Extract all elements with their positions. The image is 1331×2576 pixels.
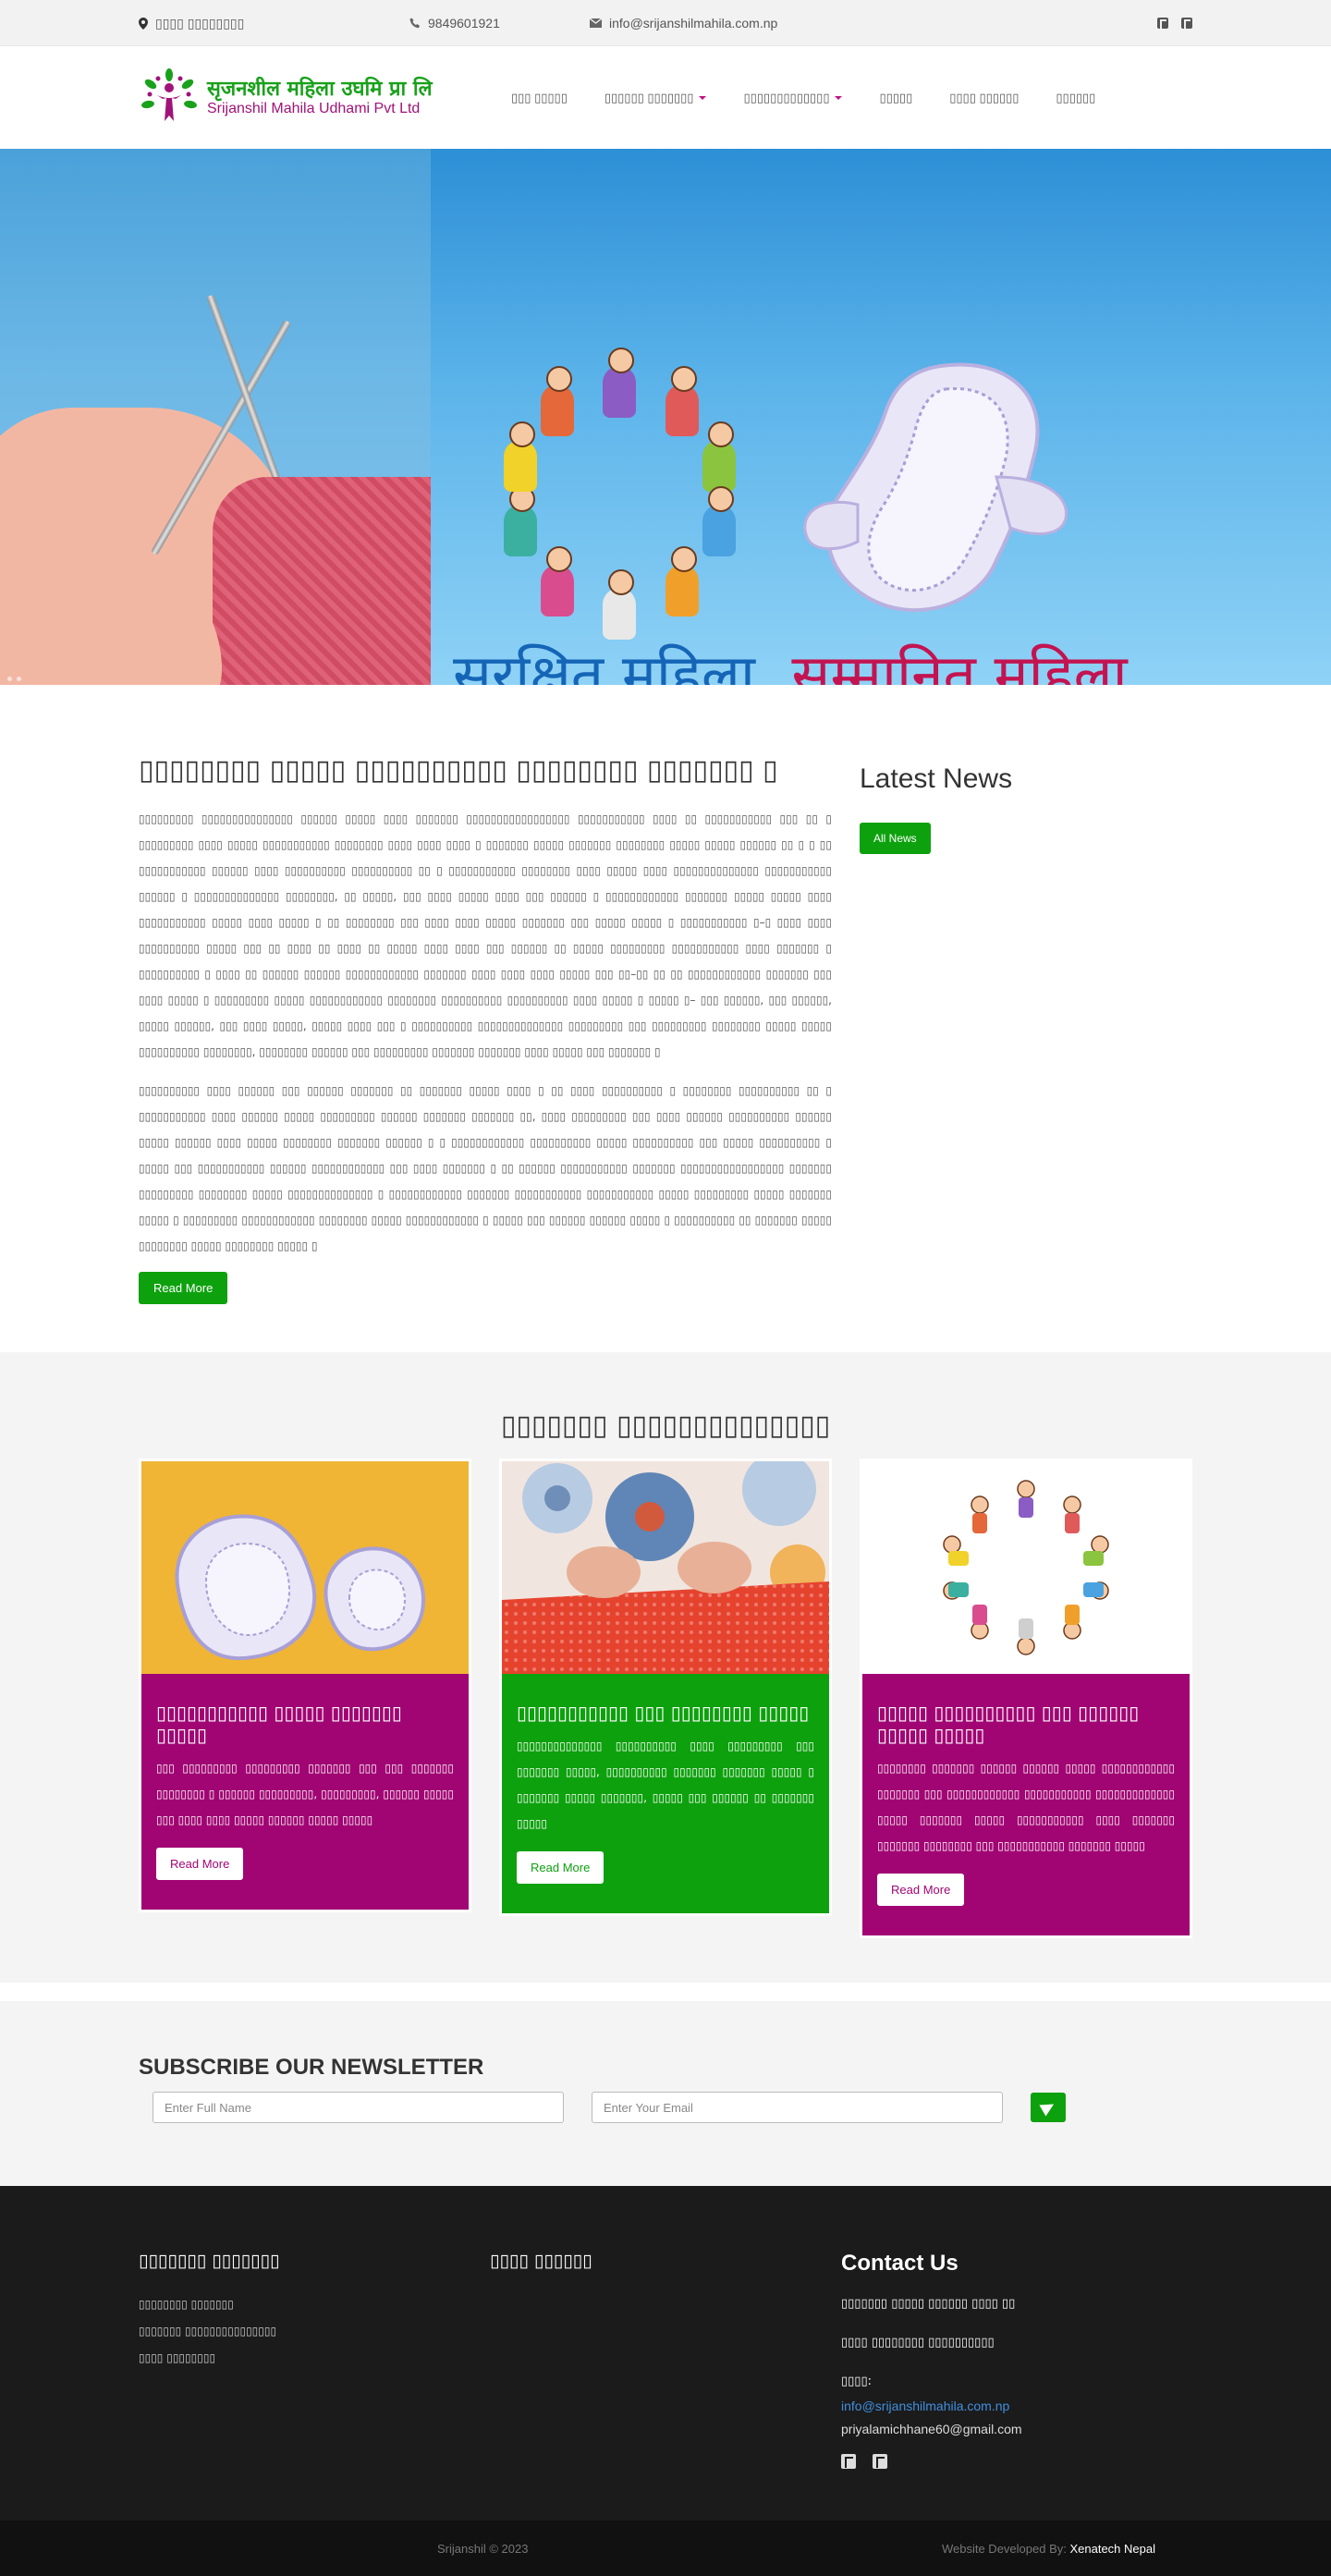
brand-name-nepali: सृजनशील महिला उघमि प्रा लि: [207, 77, 433, 101]
hero-tagline-part1: सुरक्षित महिला,: [453, 641, 774, 686]
service-read-more-button[interactable]: Read More: [517, 1851, 604, 1884]
nav-item-contact[interactable]: ▯▯▯▯▯▯: [1037, 91, 1114, 105]
email-info: info@srijanshilmahila.com.np: [590, 16, 777, 31]
phone-info: 9849601921: [409, 16, 590, 31]
footer-col-2: ▯▯▯▯ ▯▯▯▯▯▯: [490, 2251, 841, 2469]
service-card-title: ▯▯▯▯▯▯▯▯▯▯▯ ▯▯▯▯▯ ▯▯▯▯▯▯▯ ▯▯▯▯▯: [156, 1702, 402, 1746]
footer-link[interactable]: ▯▯▯▯▯▯▯ ▯▯▯▯▯▯▯▯▯▯▯▯▯▯▯: [139, 2318, 490, 2345]
all-news-button[interactable]: All News: [860, 823, 931, 854]
nav-item-services[interactable]: ▯▯▯▯▯▯▯▯▯▯▯▯▯: [725, 91, 861, 105]
intro-content: ▯▯▯▯▯▯▯▯ ▯▯▯▯▯ ▯▯▯▯▯▯▯▯▯▯ ▯▯▯▯▯▯▯▯ ▯▯▯▯▯…: [139, 752, 832, 1304]
footer-link[interactable]: ▯▯▯▯▯▯▯▯ ▯▯▯▯▯▯▯: [139, 2291, 490, 2318]
service-read-more-button[interactable]: Read More: [877, 1874, 965, 1906]
service-card-title: ▯▯▯▯▯▯▯▯▯▯▯ ▯▯▯ ▯▯▯▯▯▯▯▯ ▯▯▯▯▯: [517, 1702, 810, 1724]
intro-heading: ▯▯▯▯▯▯▯▯ ▯▯▯▯▯ ▯▯▯▯▯▯▯▯▯▯ ▯▯▯▯▯▯▯▯ ▯▯▯▯▯…: [139, 754, 778, 787]
hero-tagline-part2: सम्मानित महिला: [791, 641, 1128, 686]
service-card-text: ▯▯▯▯▯▯▯▯ ▯▯▯▯▯▯▯ ▯▯▯▯▯▯ ▯▯▯▯▯▯ ▯▯▯▯▯ ▯▯▯…: [877, 1762, 1175, 1852]
nav-item-gallery[interactable]: ▯▯▯▯ ▯▯▯▯▯▯: [931, 91, 1037, 105]
latest-news-title: Latest News: [860, 763, 1013, 794]
footer-contact-line: ▯▯▯▯▯▯▯ ▯▯▯▯▯ ▯▯▯▯▯▯ ▯▯▯▯ ▯▯: [841, 2297, 1016, 2311]
knitting-image: [0, 149, 431, 685]
intro-read-more-button[interactable]: Read More: [139, 1272, 228, 1304]
nav-label: ▯▯▯▯▯▯ ▯▯▯▯▯▯▯: [604, 90, 694, 104]
footer-email-secondary: priyalamichhane60@gmail.com: [841, 2422, 1022, 2436]
nav-item-home[interactable]: ▯▯▯ ▯▯▯▯▯: [493, 91, 586, 105]
phone-text[interactable]: 9849601921: [428, 16, 500, 31]
top-social-links: [1157, 18, 1192, 29]
site-header: सृजनशील महिला उघमि प्रा लि Srijanshil Ma…: [0, 46, 1331, 149]
service-read-more-button[interactable]: Read More: [156, 1848, 244, 1880]
footer-col-links: ▯▯▯▯▯▯▯ ▯▯▯▯▯▯▯ ▯▯▯▯▯▯▯▯ ▯▯▯▯▯▯▯ ▯▯▯▯▯▯▯…: [139, 2251, 490, 2469]
newsletter-submit-button[interactable]: [1031, 2093, 1066, 2122]
address-info: ▯▯▯▯ ▯▯▯▯▯▯▯▯: [139, 16, 409, 31]
footer-email-link[interactable]: info@srijanshilmahila.com.np: [841, 2395, 1192, 2417]
brand-name-english: Srijanshil Mahila Udhami Pvt Ltd: [207, 100, 421, 116]
top-bar: ▯▯▯▯ ▯▯▯▯▯▯▯▯ 9849601921 info@srijanshil…: [0, 0, 1331, 46]
nav-item-about[interactable]: ▯▯▯▯▯▯ ▯▯▯▯▯▯▯: [586, 91, 726, 105]
youtube-icon[interactable]: [873, 2454, 887, 2469]
service-card-text: ▯▯▯▯▯▯▯▯▯▯▯▯▯▯ ▯▯▯▯▯▯▯▯▯▯ ▯▯▯▯ ▯▯▯▯▯▯▯▯▯…: [517, 1740, 814, 1830]
kids-circle-image: [862, 1461, 1190, 1674]
slider-dots[interactable]: [7, 677, 21, 681]
service-card-knitting: ▯▯▯▯▯▯▯▯▯▯▯ ▯▯▯ ▯▯▯▯▯▯▯▯ ▯▯▯▯▯ ▯▯▯▯▯▯▯▯▯…: [499, 1459, 832, 1916]
service-cards: ▯▯▯▯▯▯▯▯▯▯▯ ▯▯▯▯▯ ▯▯▯▯▯▯▯ ▯▯▯▯▯ ▯▯▯ ▯▯▯▯…: [139, 1459, 1192, 1938]
footer-email-label: ▯▯▯▯:: [841, 2375, 872, 2388]
newsletter-email-input[interactable]: [592, 2092, 1003, 2123]
pads-image: [141, 1461, 469, 1674]
service-card-text: ▯▯▯ ▯▯▯▯▯▯▯▯▯ ▯▯▯▯▯▯▯▯▯ ▯▯▯▯▯▯▯ ▯▯▯ ▯▯▯ …: [156, 1762, 454, 1826]
email-text[interactable]: info@srijanshilmahila.com.np: [609, 16, 777, 31]
developer-credit: Website Developed By: Xenatech Nepal: [942, 2542, 1155, 2556]
footer-col1-title: ▯▯▯▯▯▯▯ ▯▯▯▯▯▯▯: [139, 2251, 280, 2271]
address-text: ▯▯▯▯ ▯▯▯▯▯▯▯▯: [155, 15, 245, 31]
logo-emblem-icon: [141, 67, 197, 121]
map-marker-icon: [139, 17, 148, 30]
latest-news-panel: Latest News All News: [860, 752, 1192, 1304]
hero-slider[interactable]: सुरक्षित महिला, सम्मानित महिला: [0, 149, 1331, 685]
kids-circle-illustration: [481, 348, 758, 640]
newsletter-title: SUBSCRIBE OUR NEWSLETTER: [139, 2055, 484, 2080]
footer-contact-line: ▯▯▯▯ ▯▯▯▯▯▯▯▯ ▯▯▯▯▯▯▯▯▯▯: [841, 2336, 995, 2350]
service-card-title: ▯▯▯▯▯ ▯▯▯▯▯▯▯▯▯▯ ▯▯▯ ▯▯▯▯▯▯ ▯▯▯▯▯ ▯▯▯▯▯: [877, 1702, 1140, 1746]
nav-label: ▯▯▯▯▯▯▯▯▯▯▯▯▯: [743, 90, 830, 104]
envelope-icon: [590, 18, 602, 28]
intro-paragraph-1: ▯▯▯▯▯▯▯▯▯ ▯▯▯▯▯▯▯▯▯▯▯▯▯▯▯ ▯▯▯▯▯▯ ▯▯▯▯▯ ▯…: [139, 812, 832, 1058]
knitting-service-image: [502, 1461, 829, 1674]
footer-contact: Contact Us ▯▯▯▯▯▯▯ ▯▯▯▯▯ ▯▯▯▯▯▯ ▯▯▯▯ ▯▯ …: [841, 2251, 1192, 2469]
youtube-icon[interactable]: [1181, 18, 1192, 29]
footer-social-links: [841, 2454, 1192, 2469]
nav-label: ▯▯▯▯▯▯: [1056, 90, 1096, 104]
newsletter-name-input[interactable]: [153, 2092, 564, 2123]
footer-contact-title: Contact Us: [841, 2251, 959, 2276]
nav-label: ▯▯▯ ▯▯▯▯▯: [511, 90, 568, 104]
nav-item-news[interactable]: ▯▯▯▯▯: [861, 91, 931, 105]
newsletter-section: SUBSCRIBE OUR NEWSLETTER: [0, 2001, 1331, 2186]
main-nav: ▯▯▯ ▯▯▯▯▯ ▯▯▯▯▯▯ ▯▯▯▯▯▯▯ ▯▯▯▯▯▯▯▯▯▯▯▯▯ ▯…: [493, 91, 1114, 105]
paper-plane-icon: [1039, 2098, 1057, 2117]
services-section: ▯▯▯▯▯▯▯ ▯▯▯▯▯▯▯▯▯▯▯▯▯▯ ▯▯▯▯▯▯▯▯▯▯▯ ▯▯▯▯▯…: [0, 1352, 1331, 1983]
intro-section: ▯▯▯▯▯▯▯▯ ▯▯▯▯▯ ▯▯▯▯▯▯▯▯▯▯ ▯▯▯▯▯▯▯▯ ▯▯▯▯▯…: [0, 685, 1331, 1352]
intro-paragraph-2: ▯▯▯▯▯▯▯▯▯▯ ▯▯▯▯ ▯▯▯▯▯▯ ▯▯▯ ▯▯▯▯▯▯ ▯▯▯▯▯▯…: [139, 1084, 832, 1252]
caret-down-icon: [835, 95, 843, 100]
facebook-icon[interactable]: [841, 2454, 856, 2469]
facebook-icon[interactable]: [1157, 18, 1168, 29]
caret-down-icon: [699, 95, 707, 100]
footer-link[interactable]: ▯▯▯▯ ▯▯▯▯▯▯▯▯: [139, 2345, 490, 2372]
copyright-text: Srijanshil © 2023: [437, 2541, 529, 2556]
footer-col2-title: ▯▯▯▯ ▯▯▯▯▯▯: [490, 2251, 592, 2271]
bottom-bar: Srijanshil © 2023 Website Developed By: …: [0, 2521, 1331, 2576]
service-card-awareness: ▯▯▯▯▯ ▯▯▯▯▯▯▯▯▯▯ ▯▯▯ ▯▯▯▯▯▯ ▯▯▯▯▯ ▯▯▯▯▯ …: [860, 1459, 1192, 1938]
nav-label: ▯▯▯▯▯: [879, 90, 913, 104]
site-footer: ▯▯▯▯▯▯▯ ▯▯▯▯▯▯▯ ▯▯▯▯▯▯▯▯ ▯▯▯▯▯▯▯ ▯▯▯▯▯▯▯…: [0, 2186, 1331, 2521]
developer-link[interactable]: Xenatech Nepal: [1069, 2542, 1155, 2556]
sanitary-pad-image: [803, 362, 1068, 612]
developed-by-label: Website Developed By:: [941, 2541, 1067, 2556]
phone-icon: [409, 18, 420, 29]
services-title: ▯▯▯▯▯▯▯ ▯▯▯▯▯▯▯▯▯▯▯▯▯▯: [500, 1410, 831, 1442]
hero-tagline: सुरक्षित महिला, सम्मानित महिला: [453, 641, 1128, 686]
site-logo[interactable]: सृजनशील महिला उघमि प्रा लि Srijanshil Ma…: [139, 67, 493, 128]
service-card-pads: ▯▯▯▯▯▯▯▯▯▯▯ ▯▯▯▯▯ ▯▯▯▯▯▯▯ ▯▯▯▯▯ ▯▯▯ ▯▯▯▯…: [139, 1459, 471, 1912]
nav-label: ▯▯▯▯ ▯▯▯▯▯▯: [949, 90, 1020, 104]
